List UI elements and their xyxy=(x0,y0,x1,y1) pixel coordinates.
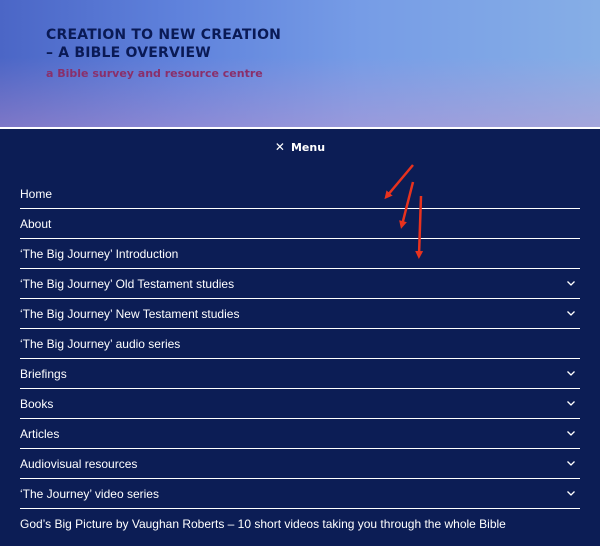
menu-item-label: Home xyxy=(20,186,53,201)
menu-item-label: ‘The Big Journey’ Introduction xyxy=(20,246,179,261)
menu-item[interactable]: ‘The Big Journey’ Old Testament studies xyxy=(20,269,580,299)
menu-item-label: About xyxy=(20,216,52,231)
site-header: CREATION TO NEW CREATION – A BIBLE OVERV… xyxy=(0,0,600,127)
menu-item-label: ‘The Big Journey’ audio series xyxy=(20,336,181,351)
site-title[interactable]: CREATION TO NEW CREATION – A BIBLE OVERV… xyxy=(46,26,281,62)
menu-list: Home About ‘The Big Journey’ Introduction ‘… xyxy=(20,179,580,538)
chevron-down-icon[interactable] xyxy=(566,308,576,318)
menu-item[interactable]: ‘The Journey’ video series xyxy=(20,479,580,509)
menu-item[interactable]: Home xyxy=(20,179,580,209)
menu-item-label: Briefings xyxy=(20,366,67,381)
site-tagline: a Bible survey and resource centre xyxy=(46,67,263,80)
menu-item[interactable]: Articles xyxy=(20,419,580,449)
menu-item[interactable]: Audiovisual resources xyxy=(20,449,580,479)
menu-item-label: Books xyxy=(20,396,54,411)
site-title-line2[interactable]: – A BIBLE OVERVIEW xyxy=(46,44,281,62)
site-title-line1[interactable]: CREATION TO NEW CREATION xyxy=(46,26,281,44)
main-navigation: ✕ Menu Home About ‘The Big Journey’ Introdu… xyxy=(0,129,600,546)
menu-item[interactable]: ‘The Big Journey’ audio series xyxy=(20,329,580,359)
menu-item-label: Articles xyxy=(20,426,60,441)
menu-item-label: God’s Big Picture by Vaughan Roberts – 1… xyxy=(20,516,506,531)
chevron-down-icon[interactable] xyxy=(566,458,576,468)
menu-item[interactable]: ‘The Big Journey’ New Testament studies xyxy=(20,299,580,329)
chevron-down-icon[interactable] xyxy=(566,278,576,288)
menu-item-label: ‘The Journey’ video series xyxy=(20,486,159,501)
menu-toggle-label: Menu xyxy=(290,141,326,154)
menu-item-label: ‘The Big Journey’ Old Testament studies xyxy=(20,276,235,291)
menu-item-label: Audiovisual resources xyxy=(20,456,138,471)
chevron-down-icon[interactable] xyxy=(566,398,576,408)
menu-item[interactable]: God’s Big Picture by Vaughan Roberts – 1… xyxy=(20,509,580,538)
chevron-down-icon[interactable] xyxy=(566,368,576,378)
menu-item[interactable]: ‘The Big Journey’ Introduction xyxy=(20,239,580,269)
chevron-down-icon[interactable] xyxy=(566,488,576,498)
menu-toggle-button[interactable]: ✕ Menu xyxy=(0,140,600,154)
chevron-down-icon[interactable] xyxy=(566,428,576,438)
menu-item[interactable]: About xyxy=(20,209,580,239)
close-icon: ✕ xyxy=(274,140,285,154)
menu-item-label: ‘The Big Journey’ New Testament studies xyxy=(20,306,240,321)
menu-item[interactable]: Briefings xyxy=(20,359,580,389)
menu-item[interactable]: Books xyxy=(20,389,580,419)
